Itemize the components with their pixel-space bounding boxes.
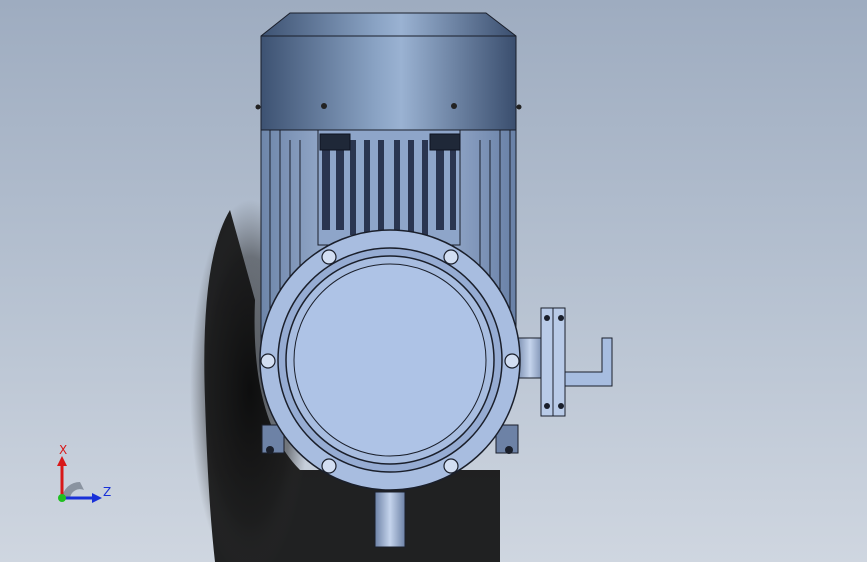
y-axis-dot xyxy=(58,494,66,502)
z-axis-label: Z xyxy=(103,485,111,499)
graphics-viewport[interactable]: X Z xyxy=(0,0,867,562)
side-flange[interactable] xyxy=(514,307,613,417)
z-axis-arrow xyxy=(92,493,102,503)
fan-cover[interactable] xyxy=(255,12,522,131)
x-axis-label: X xyxy=(59,443,67,457)
front-flange[interactable] xyxy=(259,229,521,491)
reference-triad: X Z xyxy=(57,443,111,503)
model-view[interactable] xyxy=(0,0,867,562)
bottom-outlet[interactable] xyxy=(374,491,406,548)
triad-arc-shape xyxy=(62,481,84,498)
x-axis-arrow xyxy=(57,456,67,466)
